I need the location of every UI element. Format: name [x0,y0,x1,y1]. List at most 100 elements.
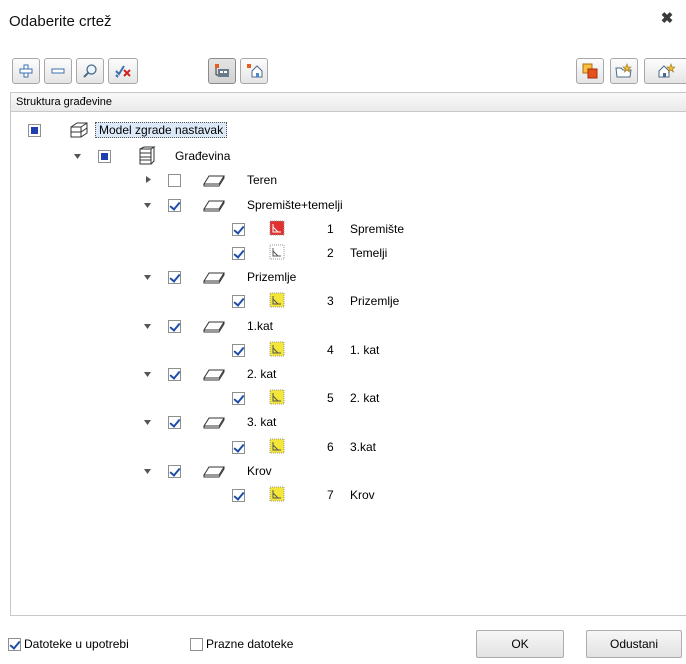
drawing-checkbox[interactable] [232,343,245,357]
tree-node-floor[interactable]: Prizemlje [11,267,686,287]
floor-slab-icon [203,417,225,429]
toolbar [0,50,686,90]
building-icon [139,146,156,165]
root-checkbox[interactable] [28,124,41,137]
floor-slab-icon [203,321,225,333]
drawing-file-icon [269,292,285,308]
drawing-checkbox[interactable] [232,295,245,309]
ok-button[interactable]: OK [476,630,564,658]
collapse-arrow-icon[interactable] [143,370,152,379]
copy-icon [582,63,598,79]
files-in-use-checkbox[interactable] [8,638,21,651]
drawing-label: Krov [350,488,375,502]
search-button[interactable] [76,58,104,84]
cancel-button[interactable]: Odustani [586,630,682,658]
drawing-number: 4 [327,342,334,357]
drawing-number: 3 [327,294,334,309]
teren-label: Teren [247,173,278,187]
collapse-arrow-icon[interactable] [143,467,152,476]
floor-label: 1.kat [247,318,274,333]
drawing-file-icon [269,438,285,454]
house-icon [247,64,263,78]
drawing-label: Prizemlje [350,294,400,309]
uncheck-all-icon [115,65,131,78]
open-folder-button[interactable] [610,58,638,84]
new-building-button[interactable] [644,58,686,84]
dialog-title: Odaberite crtež [9,13,112,30]
drawing-file-icon [269,389,285,405]
floor-checkbox[interactable] [168,271,181,285]
tree-node-building[interactable]: Građevina [11,146,686,166]
floor-checkbox[interactable] [168,368,181,381]
teren-checkbox[interactable] [168,174,181,187]
search-icon [83,64,97,78]
house-view-button[interactable] [240,58,268,84]
floor-checkbox[interactable] [168,416,181,430]
tree-node-floor[interactable]: 3. kat [11,412,686,432]
tree-node-drawing[interactable]: 6 3.kat [11,437,686,457]
floor-checkbox[interactable] [168,319,181,333]
minus-icon [51,68,65,74]
drawing-file-icon [269,486,285,502]
expand-arrow-icon[interactable] [144,175,153,184]
building-checkbox[interactable] [98,150,111,163]
drawing-number: 1 [327,221,334,236]
collapse-arrow-icon[interactable] [143,201,152,210]
floor-label: Spremište+temelji [247,197,343,212]
tree-node-root[interactable]: Model zgrade nastavak [11,120,686,140]
structure-view-button[interactable] [208,58,236,84]
tree-node-drawing[interactable]: 4 1. kat [11,340,686,360]
title-bar: Odaberite crtež ✖ [0,0,686,40]
drawing-number: 5 [327,391,334,406]
drawing-checkbox[interactable] [232,440,245,454]
floor-checkbox[interactable] [168,198,181,212]
copy-drawing-button[interactable] [576,58,604,84]
tree-node-floor[interactable]: Krov [11,461,686,481]
floor-checkbox[interactable] [168,464,181,478]
floor-slab-icon [203,369,225,381]
collapse-all-button[interactable] [44,58,72,84]
tree-column-header[interactable]: Struktura građevine [10,92,686,112]
deselect-all-button[interactable] [108,58,138,84]
collapse-arrow-icon[interactable] [73,152,82,161]
tree-node-drawing[interactable]: 2 Temelji [11,243,686,263]
floor-label: 2. kat [247,367,277,381]
tree-node-drawing[interactable]: 1 Spremište [11,219,686,239]
drawing-label: 2. kat [350,391,380,406]
drawing-checkbox[interactable] [232,489,245,502]
drawing-file-icon [269,220,285,236]
tree-node-floor[interactable]: 2. kat [11,364,686,384]
tree-node-floor[interactable]: 1.kat [11,316,686,336]
drawing-checkbox[interactable] [232,247,245,260]
tree-node-teren[interactable]: Teren [11,170,686,190]
collapse-arrow-icon[interactable] [143,418,152,427]
floor-slab-icon [203,272,225,284]
floor-label: Krov [247,463,272,478]
drawing-label: Temelji [350,246,388,260]
drawing-number: 2 [327,246,334,260]
floor-slab-icon [203,466,225,478]
collapse-arrow-icon[interactable] [143,273,152,282]
floor-slab-icon [203,175,225,187]
drawing-label: Spremište [350,221,405,236]
building-structure-icon [215,64,229,77]
collapse-arrow-icon[interactable] [143,322,152,331]
drawing-checkbox[interactable] [232,392,245,406]
select-drawing-dialog: Odaberite crtež ✖ Struktura građevine Mo… [0,0,686,664]
root-label: Model zgrade nastavak [95,122,228,138]
close-icon[interactable]: ✖ [658,10,676,28]
drawing-file-icon [269,244,285,260]
drawing-label: 3.kat [350,439,377,454]
tree-node-drawing[interactable]: 5 2. kat [11,388,686,408]
building-model-icon [70,122,88,138]
structure-tree: Model zgrade nastavak Građevina Teren Sp… [10,112,686,616]
tree-node-drawing[interactable]: 3 Prizemlje [11,291,686,311]
floor-slab-icon [203,200,225,212]
empty-files-checkbox[interactable] [190,638,203,651]
building-label: Građevina [175,149,231,163]
tree-node-drawing[interactable]: 7 Krov [11,485,686,505]
floor-label: 3. kat [247,415,277,430]
drawing-checkbox[interactable] [232,222,245,236]
expand-all-button[interactable] [12,58,40,84]
tree-node-floor[interactable]: Spremište+temelji [11,195,686,215]
